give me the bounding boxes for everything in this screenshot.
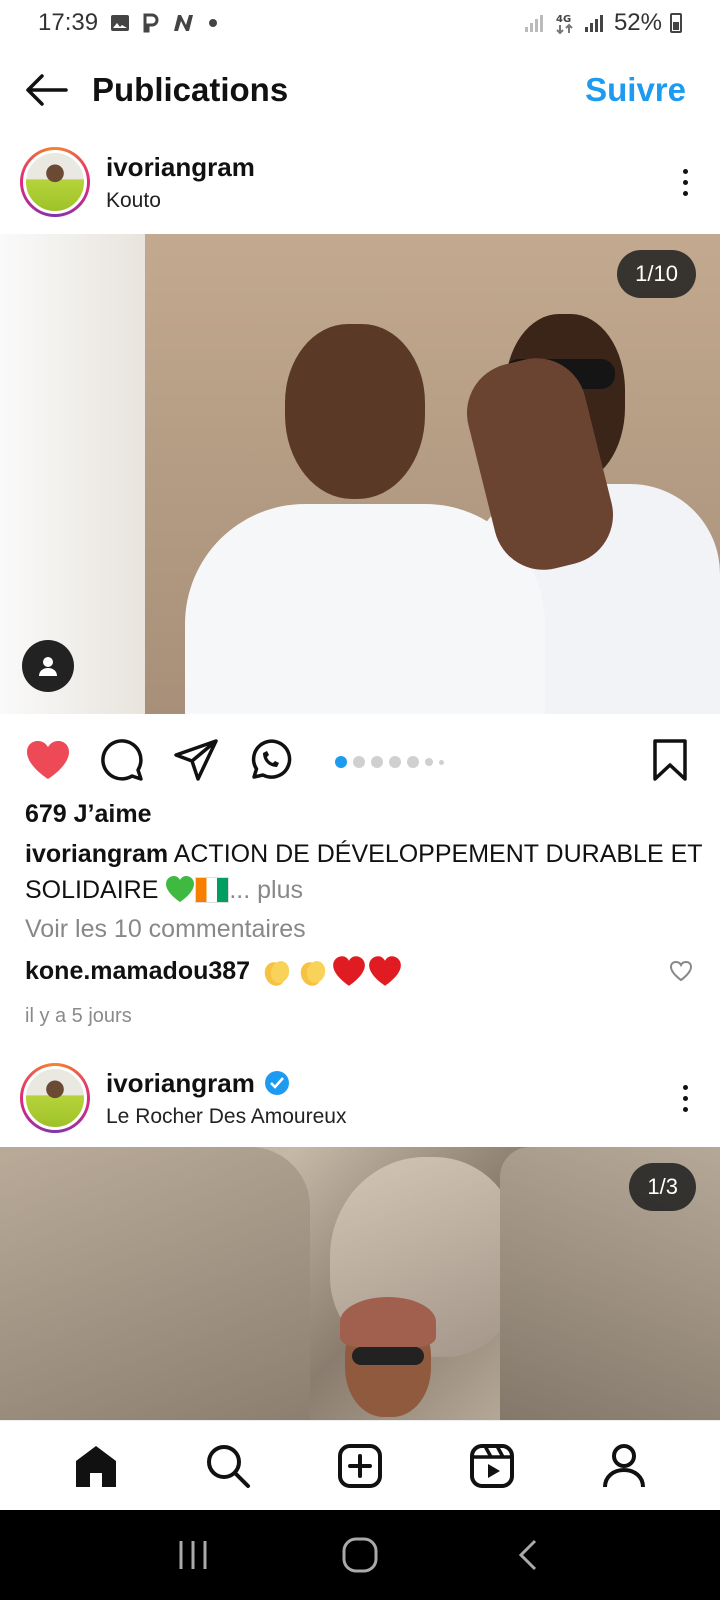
verified-badge-icon <box>264 1071 289 1095</box>
carousel-indicator <box>335 756 444 768</box>
follow-button[interactable]: Suivre <box>585 71 686 109</box>
view-comments-link[interactable]: Voir les 10 commentaires <box>25 915 306 944</box>
status-time: 17:39 <box>38 9 99 36</box>
more-options-icon[interactable] <box>670 152 700 212</box>
dot-icon <box>208 18 218 28</box>
carousel-counter: 1/3 <box>629 1163 696 1211</box>
comment-username[interactable]: kone.mamadou387 <box>25 957 250 986</box>
post-location[interactable]: Le Rocher Des Amoureux <box>106 1105 346 1129</box>
post-caption[interactable]: ivoriangram ACTION DE DÉVELOPPEMENT DURA… <box>25 836 705 908</box>
carousel-dot <box>389 756 401 768</box>
p-icon <box>142 13 160 33</box>
share-send-icon[interactable] <box>172 736 220 784</box>
image-icon <box>110 14 130 32</box>
post-location[interactable]: Kouto <box>106 189 255 213</box>
profile-icon[interactable] <box>596 1438 652 1494</box>
carousel-dot <box>439 759 444 765</box>
post-image[interactable]: 1/10 <box>0 234 720 714</box>
comment-text <box>260 955 402 987</box>
caption-more-link[interactable]: ... plus <box>229 876 303 904</box>
home-icon[interactable] <box>68 1438 124 1494</box>
system-navigation-bar <box>0 1510 720 1600</box>
page-title: Publications <box>92 71 289 108</box>
reels-icon[interactable] <box>464 1438 520 1494</box>
bottom-navigation <box>0 1420 720 1510</box>
bookmark-icon[interactable] <box>648 736 692 784</box>
signal-icon <box>524 13 546 33</box>
person-tag-icon[interactable] <box>22 640 74 692</box>
carousel-dot <box>335 756 347 768</box>
like-heart-icon[interactable] <box>24 736 72 784</box>
carousel-dot <box>353 756 365 768</box>
recent-apps-icon[interactable] <box>168 1530 218 1580</box>
back-button-icon[interactable] <box>502 1530 552 1580</box>
post-header: ivoriangram Le Rocher Des Amoureux <box>0 1050 720 1146</box>
post-username[interactable]: ivoriangram <box>106 1068 255 1099</box>
search-icon[interactable] <box>200 1438 256 1494</box>
n-icon <box>172 13 196 33</box>
arrow-left-icon[interactable] <box>24 68 68 112</box>
clapping-hands-icon <box>300 961 326 986</box>
caption-username[interactable]: ivoriangram <box>25 840 168 868</box>
signal-icon <box>584 13 606 33</box>
create-icon[interactable] <box>332 1438 388 1494</box>
whatsapp-icon[interactable] <box>246 736 294 784</box>
status-bar: 17:39 4G 52% <box>0 0 720 46</box>
carousel-dot <box>407 756 419 768</box>
comment-icon[interactable] <box>98 736 146 784</box>
clapping-hands-icon <box>264 961 290 986</box>
battery-icon <box>670 13 682 33</box>
carousel-dot <box>425 758 433 766</box>
likes-count[interactable]: 679 J’aime <box>25 800 152 829</box>
red-heart-icon <box>333 956 365 986</box>
home-button-icon[interactable] <box>335 1530 385 1580</box>
ivory-coast-flag-icon <box>195 877 230 903</box>
green-heart-icon <box>165 876 195 904</box>
carousel-dot <box>371 756 383 768</box>
post-timestamp: il y a 5 jours <box>25 1005 132 1027</box>
comment-like-icon[interactable] <box>667 957 695 985</box>
carousel-counter: 1/10 <box>617 250 696 298</box>
post-image[interactable]: 1/3 <box>0 1147 720 1420</box>
more-options-icon[interactable] <box>670 1068 700 1128</box>
avatar[interactable] <box>20 1063 90 1133</box>
comment-row: kone.mamadou387 <box>25 955 695 987</box>
svg-text:4G: 4G <box>556 14 571 25</box>
red-heart-icon <box>369 956 401 986</box>
network-4g-icon: 4G <box>554 11 576 35</box>
post-header: ivoriangram Kouto <box>0 134 720 230</box>
post-username[interactable]: ivoriangram <box>106 152 255 183</box>
battery-percent: 52% <box>613 9 662 36</box>
app-header: Publications Suivre <box>0 46 720 134</box>
avatar[interactable] <box>20 147 90 217</box>
